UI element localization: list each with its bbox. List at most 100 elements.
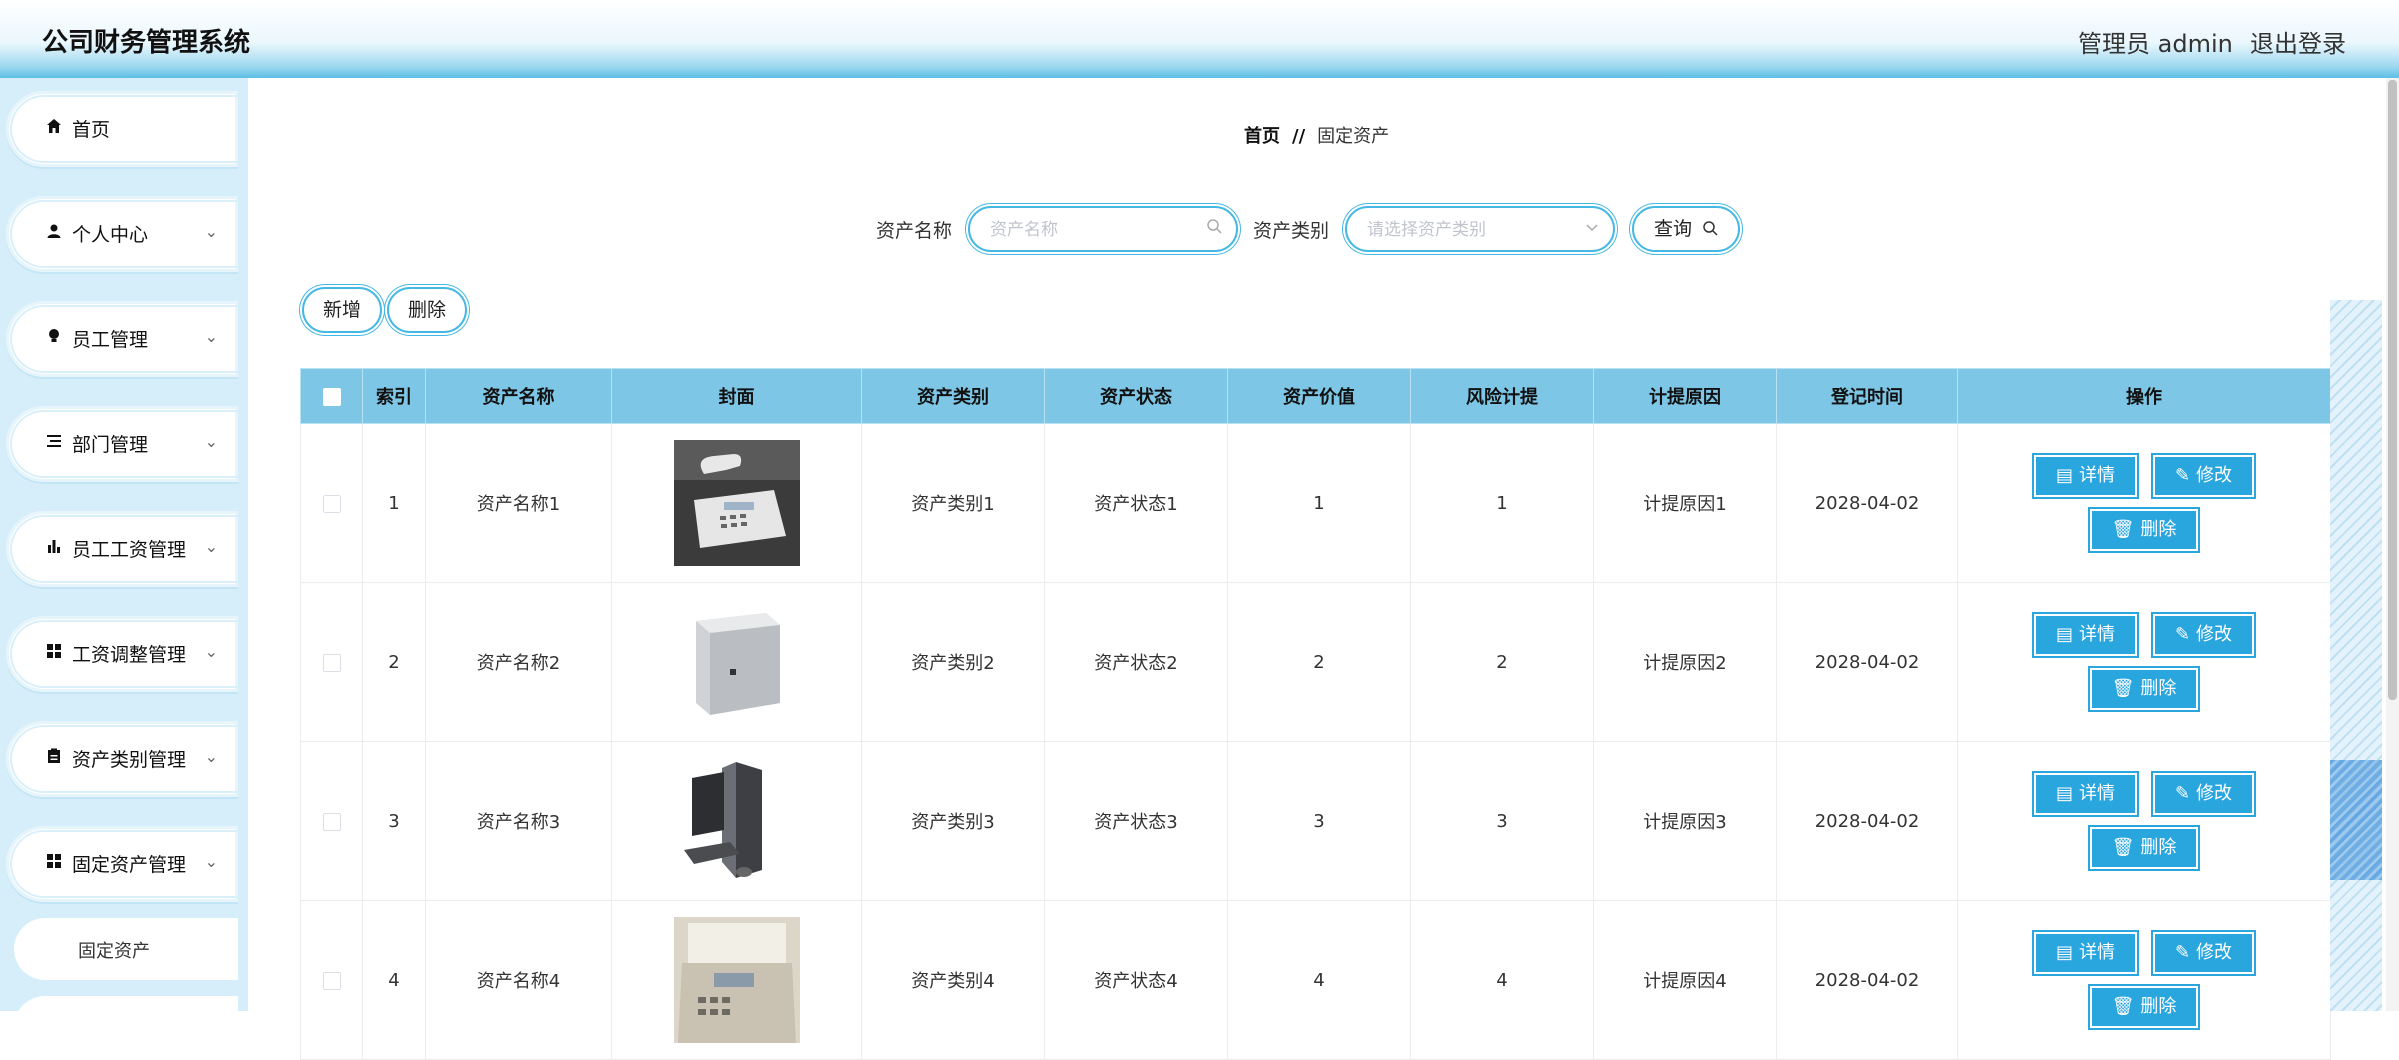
row-checkbox[interactable] (322, 971, 341, 990)
cell-asset-value: 1 (1227, 423, 1411, 583)
asset-type-label: 资产类别 (1253, 220, 1330, 242)
cell-provision-reason: 计提原因2 (1593, 582, 1777, 742)
select-all-checkbox[interactable] (322, 387, 341, 406)
chevron-down-icon: ⌄ (204, 222, 218, 241)
sidebar-item-label: 个人中心 (72, 224, 149, 246)
table-row: 3 资产名称3 资产类别3 资产状态3 3 3 计提原因3 2028-04-02 ▤ 详情 ✎ 修改 🗑… (300, 741, 2331, 901)
row-checkbox[interactable] (322, 812, 341, 831)
row-checkbox-cell[interactable] (300, 582, 363, 742)
edit-button[interactable]: ✎ 修改 (2152, 773, 2255, 815)
row-checkbox-cell[interactable] (300, 741, 363, 901)
detail-button[interactable]: ▤ 详情 (2033, 773, 2137, 815)
row-checkbox-cell[interactable] (300, 423, 363, 583)
pencil-icon: ✎ (2174, 624, 2191, 645)
breadcrumb-home[interactable]: 首页 (1244, 126, 1280, 147)
cell-index: 4 (362, 900, 426, 1060)
sidebar-item-next[interactable] (14, 996, 238, 1011)
cell-register-date: 2028-04-02 (1776, 900, 1958, 1060)
edit-button[interactable]: ✎ 修改 (2152, 455, 2255, 497)
grid-icon (44, 643, 64, 663)
cell-risk-provision: 4 (1410, 900, 1594, 1060)
delete-button[interactable]: 🗑 删除 (2089, 509, 2199, 551)
delete-button[interactable]: 🗑 删除 (2089, 668, 2199, 710)
cell-asset-status: 资产状态2 (1044, 582, 1228, 742)
scrollbar-thumb[interactable] (2388, 80, 2397, 700)
cell-register-date: 2028-04-02 (1776, 582, 1958, 742)
asset-name-input-wrap[interactable] (968, 206, 1238, 252)
detail-button-label: 详情 (2078, 942, 2115, 963)
cell-provision-reason: 计提原因4 (1593, 900, 1777, 1060)
sidebar-item-home[interactable]: 首页 (6, 91, 238, 167)
breadcrumb-current: 固定资产 (1317, 126, 1390, 147)
query-button[interactable]: 查询 (1632, 206, 1740, 252)
sidebar-item-salary-adjustment[interactable]: 工资调整管理 ⌄ (6, 616, 238, 692)
sidebar-item-department-management[interactable]: 部门管理 ⌄ (6, 406, 238, 482)
search-icon (1206, 218, 1222, 239)
asset-type-select[interactable] (1345, 206, 1615, 252)
row-checkbox[interactable] (322, 494, 341, 513)
detail-button-label: 详情 (2078, 624, 2115, 645)
logout-link[interactable]: 退出登录 (2250, 24, 2346, 59)
cell-index: 3 (362, 741, 426, 901)
add-button[interactable]: 新增 (302, 287, 382, 333)
cell-register-date: 2028-04-02 (1776, 741, 1958, 901)
chevron-down-icon: ⌄ (204, 432, 218, 451)
sidebar-item-personal-center[interactable]: 个人中心 ⌄ (6, 196, 238, 272)
sidebar-item-asset-category[interactable]: 资产类别管理 ⌄ (6, 721, 238, 797)
query-button-label: 查询 (1653, 218, 1692, 240)
asset-name-input[interactable] (988, 216, 1202, 244)
sidebar-item-salary-management[interactable]: 员工工资管理 ⌄ (6, 511, 238, 587)
asset-name-label: 资产名称 (876, 220, 953, 242)
admin-username: 管理员 admin (2078, 30, 2233, 58)
sidebar-subitem-label: 固定资产 (78, 941, 150, 962)
column-header: 资产状态 (1044, 368, 1228, 424)
document-icon: ▤ (2055, 783, 2073, 804)
cell-risk-provision: 2 (1410, 582, 1594, 742)
sidebar-item-employee-management[interactable]: 员工管理 ⌄ (6, 301, 238, 377)
document-icon: ▤ (2055, 942, 2073, 963)
cell-asset-type: 资产类别4 (861, 900, 1045, 1060)
edit-button[interactable]: ✎ 修改 (2152, 614, 2255, 656)
delete-button[interactable]: 🗑 删除 (2089, 827, 2199, 869)
background-decoration-accent (2330, 760, 2382, 880)
trash-icon: 🗑 (2111, 678, 2135, 699)
cell-index: 1 (362, 423, 426, 583)
row-checkbox-cell[interactable] (300, 900, 363, 1060)
user-icon (44, 223, 64, 243)
chevron-down-icon: ⌄ (204, 852, 218, 871)
edit-button-label: 修改 (2196, 783, 2233, 804)
delete-selected-button[interactable]: 删除 (387, 287, 467, 333)
asset-cover-image (673, 599, 800, 725)
cell-actions: ▤ 详情 ✎ 修改 🗑 删除 (1957, 741, 2331, 901)
document-icon: ▤ (2055, 624, 2073, 645)
detail-button[interactable]: ▤ 详情 (2033, 932, 2137, 974)
list-icon (44, 433, 64, 453)
detail-button[interactable]: ▤ 详情 (2033, 614, 2137, 656)
pencil-icon: ✎ (2174, 465, 2191, 486)
column-header: 索引 (362, 368, 426, 424)
select-all-checkbox-cell[interactable] (300, 368, 363, 424)
edit-button[interactable]: ✎ 修改 (2152, 932, 2255, 974)
cell-risk-provision: 1 (1410, 423, 1594, 583)
detail-button[interactable]: ▤ 详情 (2033, 455, 2137, 497)
edit-button-label: 修改 (2196, 465, 2233, 486)
cell-asset-type: 资产类别2 (861, 582, 1045, 742)
delete-button-label: 删除 (2140, 678, 2177, 699)
cell-actions: ▤ 详情 ✎ 修改 🗑 删除 (1957, 582, 2331, 742)
grid-icon (44, 853, 64, 873)
sidebar-subitem-fixed-asset[interactable]: 固定资产 (14, 918, 238, 980)
sidebar-item-fixed-asset-management[interactable]: 固定资产管理 ⌄ (6, 826, 238, 902)
chevron-down-icon: ⌄ (204, 537, 218, 556)
cell-risk-provision: 3 (1410, 741, 1594, 901)
asset-cover-image (673, 917, 800, 1043)
document-icon: ▤ (2055, 465, 2073, 486)
delete-button[interactable]: 🗑 删除 (2089, 986, 2199, 1028)
row-checkbox[interactable] (322, 653, 341, 672)
search-icon (1702, 209, 1718, 251)
clipboard-icon (44, 748, 64, 768)
asset-type-select-input[interactable] (1365, 216, 1579, 244)
pencil-icon: ✎ (2174, 942, 2191, 963)
cell-cover (611, 741, 862, 901)
sidebar-item-label: 固定资产管理 (72, 854, 187, 876)
column-header: 封面 (611, 368, 862, 424)
